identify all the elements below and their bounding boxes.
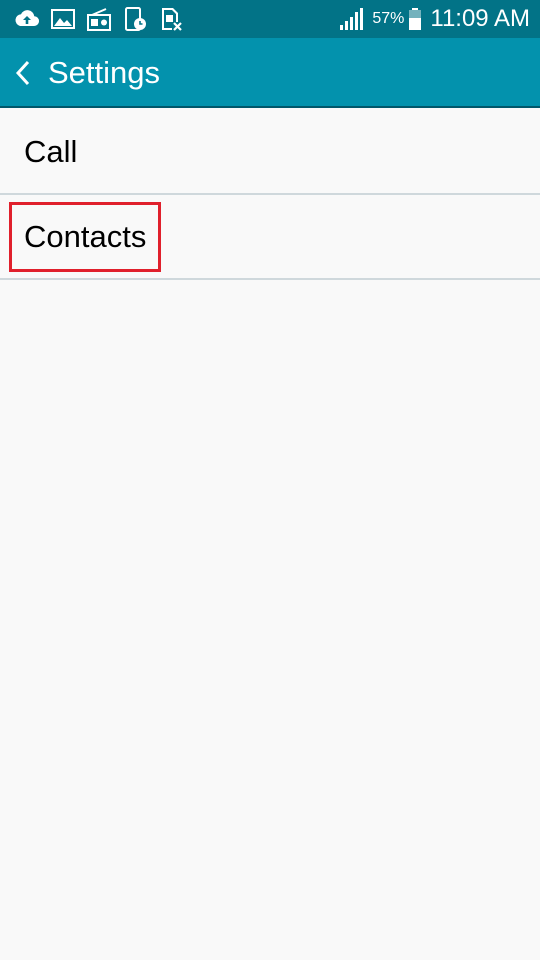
upload-cloud-icon: [15, 10, 40, 27]
battery-icon: [409, 8, 422, 30]
notification-icons: [14, 6, 194, 32]
list-item-call[interactable]: Call: [0, 110, 540, 195]
chevron-left-icon: [15, 60, 30, 86]
battery-percent: 57%: [372, 10, 405, 27]
list-item-label: Contacts: [8, 201, 162, 272]
list-item-label: Call: [24, 133, 78, 169]
list-item-contacts[interactable]: Contacts: [0, 195, 540, 280]
image-icon: [51, 9, 75, 29]
clock: 11:09 AM: [430, 5, 530, 32]
status-bar: 57% 11:09 AM: [0, 0, 540, 38]
phone-clock-icon: [125, 7, 146, 31]
radio-icon: [87, 8, 111, 31]
app-bar: Settings: [0, 38, 540, 108]
signal-bars-icon: [340, 8, 364, 30]
back-button[interactable]: Settings: [0, 38, 160, 108]
page-title: Settings: [48, 55, 161, 90]
status-right: 57% 11:09 AM: [338, 0, 530, 38]
settings-list: Call Contacts: [0, 110, 540, 280]
sim-x-icon: [162, 8, 182, 31]
